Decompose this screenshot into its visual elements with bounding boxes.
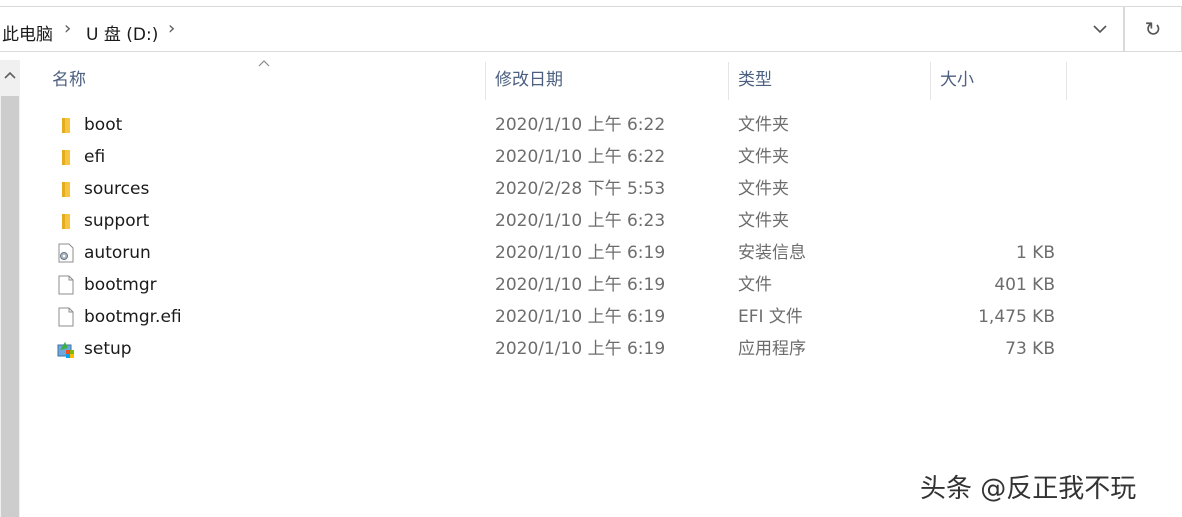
file-date: 2020/1/10 上午 6:19 [495,243,666,263]
file-name: bootmgr.efi [84,307,182,327]
file-icon [56,307,76,327]
file-size [950,109,1055,141]
column-divider[interactable] [1066,62,1067,100]
column-header-size-label: 大小 [940,70,974,90]
file-row-bootmgr[interactable]: bootmgr 2020/1/10 上午 6:19 文件 401 KB [20,269,1182,301]
column-header-date[interactable]: 修改日期 [485,62,728,100]
file-size: 1,475 KB [978,307,1055,327]
chevron-right-icon[interactable]: › [168,18,175,39]
file-size [950,141,1055,173]
column-header-row: 名称 修改日期 类型 大小 [20,60,1182,100]
watermark-text: 头条 @反正我不玩 [920,474,1137,504]
column-header-type[interactable]: 类型 [728,62,930,100]
file-date: 2020/1/10 上午 6:22 [495,115,666,135]
folder-icon [56,179,76,199]
address-bar[interactable]: 此电脑 › U 盘 (D:) › [0,6,1124,52]
file-name: support [84,211,150,231]
file-row-boot[interactable]: boot 2020/1/10 上午 6:22 文件夹 [20,109,1182,141]
file-size: 1 KB [1015,243,1055,263]
file-name: sources [84,179,150,199]
file-type: 安装信息 [738,243,806,263]
chevron-down-icon[interactable] [1088,17,1112,41]
scrollbar-thumb[interactable] [1,96,19,517]
file-type: 文件夹 [738,179,789,199]
file-name: bootmgr [84,275,157,295]
sort-ascending-icon [258,56,270,71]
file-date: 2020/1/10 上午 6:19 [495,275,666,295]
file-row-efi[interactable]: efi 2020/1/10 上午 6:22 文件夹 [20,141,1182,173]
file-type: 应用程序 [738,339,806,359]
file-name: autorun [84,243,151,263]
file-type: 文件夹 [738,115,789,135]
file-size: 401 KB [994,275,1055,295]
file-type: 文件夹 [738,211,789,231]
file-row-support[interactable]: support 2020/1/10 上午 6:23 文件夹 [20,205,1182,237]
file-row-bootmgr-efi[interactable]: bootmgr.efi 2020/1/10 上午 6:19 EFI 文件 1,4… [20,301,1182,333]
column-header-type-label: 类型 [738,70,772,90]
file-name: setup [84,339,132,359]
file-type: 文件 [738,275,772,295]
file-date: 2020/1/10 上午 6:19 [495,307,666,327]
scrollbar[interactable] [0,60,20,517]
chevron-right-icon[interactable]: › [64,18,71,39]
file-row-autorun[interactable]: autorun 2020/1/10 上午 6:19 安装信息 1 KB [20,237,1182,269]
folder-icon [56,115,76,135]
folder-icon [56,147,76,167]
column-header-name-label: 名称 [52,70,86,90]
file-date: 2020/1/10 上午 6:22 [495,147,666,167]
file-row-setup[interactable]: setup 2020/1/10 上午 6:19 应用程序 73 KB [20,333,1182,365]
file-name: efi [84,147,106,167]
breadcrumb-this-pc[interactable]: 此电脑 [2,20,53,45]
file-type: EFI 文件 [738,307,803,327]
scroll-up-icon[interactable] [0,60,20,94]
file-size [950,205,1055,237]
column-header-size[interactable]: 大小 [930,62,1066,100]
file-date: 2020/1/10 上午 6:23 [495,211,666,231]
file-date: 2020/1/10 上午 6:19 [495,339,666,359]
file-name: boot [84,115,123,135]
file-size [950,173,1055,205]
file-row-sources[interactable]: sources 2020/2/28 下午 5:53 文件夹 [20,173,1182,205]
refresh-icon: ↻ [1144,17,1162,41]
breadcrumb-drive[interactable]: U 盘 (D:) [86,20,158,45]
column-header-date-label: 修改日期 [495,70,563,90]
setup-app-icon [56,339,76,359]
file-type: 文件夹 [738,147,789,167]
file-size: 73 KB [1005,339,1055,359]
folder-icon [56,211,76,231]
refresh-button[interactable]: ↻ [1124,6,1182,52]
file-date: 2020/2/28 下午 5:53 [495,179,666,199]
file-icon [56,275,76,295]
setup-info-icon [56,243,76,263]
